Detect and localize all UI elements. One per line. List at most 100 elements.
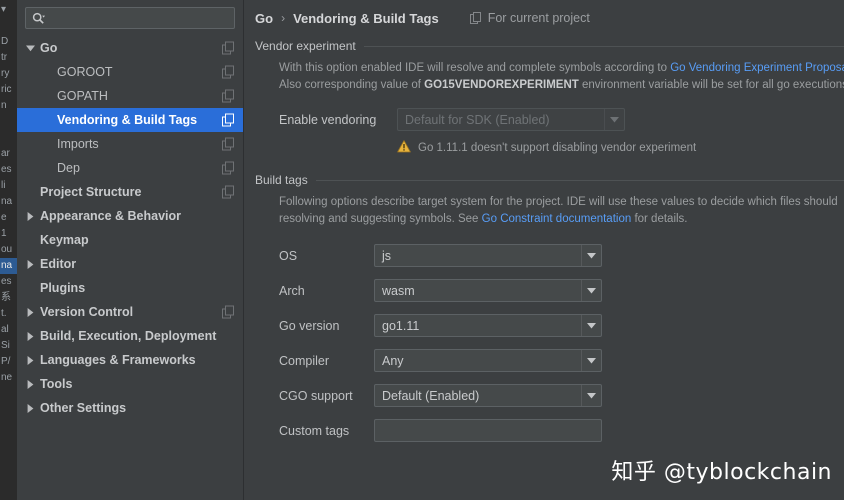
breadcrumb-root[interactable]: Go <box>255 11 273 26</box>
warning-text: Go 1.11.1 doesn't support disabling vend… <box>418 142 697 154</box>
sidebar-item-label: GOPATH <box>57 89 108 103</box>
field-row-os: OS js <box>279 238 844 273</box>
background-text-line: tr <box>1 52 8 63</box>
scope-label: For current project <box>487 11 590 25</box>
sidebar-item-tools[interactable]: Tools <box>17 372 243 396</box>
field-row-arch: Arch wasm <box>279 273 844 308</box>
chevron-right-icon[interactable] <box>23 355 37 365</box>
chevron-right-icon[interactable] <box>23 307 37 317</box>
sidebar-item-label: Other Settings <box>40 401 127 415</box>
sidebar-item-imports[interactable]: Imports <box>17 132 243 156</box>
background-text-line: es <box>1 164 12 175</box>
background-text-line: es <box>1 276 12 287</box>
chevron-down-icon[interactable] <box>581 315 601 336</box>
vendor-section-header: Vendor experiment <box>255 39 844 53</box>
chevron-right-icon[interactable] <box>23 403 37 413</box>
build-tags-section: Build tags Following options describe ta… <box>244 173 844 448</box>
sidebar-item-go[interactable]: Go <box>17 36 243 60</box>
background-text-line: t. <box>1 308 7 319</box>
chevron-right-icon[interactable] <box>23 379 37 389</box>
dropdown-arch[interactable]: wasm <box>374 279 602 302</box>
dropdown-cgo-support[interactable]: Default (Enabled) <box>374 384 602 407</box>
chevron-right-icon[interactable] <box>23 331 37 341</box>
go-constraint-documentation-link[interactable]: Go Constraint documentation <box>482 213 632 225</box>
vendoring-warning: Go 1.11.1 doesn't support disabling vend… <box>255 131 844 156</box>
sidebar-item-editor[interactable]: Editor <box>17 252 243 276</box>
dropdown-compiler[interactable]: Any <box>374 349 602 372</box>
enable-vendoring-value: Default for SDK (Enabled) <box>405 112 550 127</box>
project-scope-icon <box>222 65 235 79</box>
background-text-line: al <box>1 324 9 335</box>
vendor-description-line1: With this option enabled IDE will resolv… <box>279 60 844 77</box>
background-text-line: ar <box>1 148 10 159</box>
vendor-desc-text-2a: Also corresponding value of <box>279 79 425 91</box>
project-scope-icon <box>222 89 235 103</box>
background-text-line: ▾ <box>1 4 7 15</box>
dropdown-os[interactable]: js <box>374 244 602 267</box>
build-tags-form: OS js Arch wasm Go version go1.11 Compiler Any C… <box>255 228 844 448</box>
enable-vendoring-row: Enable vendoring Default for SDK (Enable… <box>255 94 844 131</box>
project-scope-icon <box>222 113 235 127</box>
text-input-custom-tags[interactable] <box>374 419 602 442</box>
enable-vendoring-label: Enable vendoring <box>279 112 377 127</box>
search-icon <box>32 12 45 25</box>
build-tags-desc-text-b: for details. <box>631 213 688 225</box>
settings-tree: Go GOROOT GOPATH Vendoring & Build Tags Impo… <box>17 35 243 420</box>
sidebar-item-label: Appearance & Behavior <box>40 209 182 223</box>
sidebar-item-appearance-behavior[interactable]: Appearance & Behavior <box>17 204 243 228</box>
sidebar-item-label: Dep <box>57 161 80 175</box>
sidebar-item-goroot[interactable]: GOROOT <box>17 60 243 84</box>
search-box[interactable] <box>25 7 235 29</box>
sidebar-item-version-control[interactable]: Version Control <box>17 300 243 324</box>
chevron-down-icon[interactable] <box>581 350 601 371</box>
field-row-cgo-support: CGO support Default (Enabled) <box>279 378 844 413</box>
sidebar-item-keymap[interactable]: Keymap <box>17 228 243 252</box>
chevron-down-icon[interactable] <box>581 245 601 266</box>
sidebar-item-other-settings[interactable]: Other Settings <box>17 396 243 420</box>
project-scope-icon <box>222 41 235 55</box>
search-input[interactable] <box>45 11 228 25</box>
background-text-line: Si <box>1 340 10 351</box>
sidebar-item-dep[interactable]: Dep <box>17 156 243 180</box>
dropdown-value-go-version: go1.11 <box>382 318 420 333</box>
chevron-right-icon[interactable] <box>23 259 37 269</box>
sidebar-item-project-structure[interactable]: Project Structure <box>17 180 243 204</box>
sidebar-item-plugins[interactable]: Plugins <box>17 276 243 300</box>
background-text-line: na <box>1 196 13 207</box>
background-text-line: e <box>1 212 7 223</box>
sidebar-item-gopath[interactable]: GOPATH <box>17 84 243 108</box>
project-scope-icon <box>222 161 235 175</box>
chevron-right-icon[interactable] <box>23 211 37 221</box>
field-row-go-version: Go version go1.11 <box>279 308 844 343</box>
go-vendoring-proposal-link[interactable]: Go Vendoring Experiment Proposa <box>670 62 844 74</box>
sidebar-item-vendoring-build-tags[interactable]: Vendoring & Build Tags <box>17 108 243 132</box>
enable-vendoring-dropdown[interactable]: Default for SDK (Enabled) <box>397 108 625 131</box>
build-tags-desc-text-a: resolving and suggesting symbols. See <box>279 213 482 225</box>
sidebar-item-label: Keymap <box>40 233 89 247</box>
field-row-custom-tags: Custom tags <box>279 413 844 448</box>
sidebar-item-label: Imports <box>57 137 99 151</box>
sidebar-item-languages-frameworks[interactable]: Languages & Frameworks <box>17 348 243 372</box>
sidebar-item-build-execution-deployment[interactable]: Build, Execution, Deployment <box>17 324 243 348</box>
sidebar-search-area <box>17 0 243 35</box>
section-divider <box>363 45 844 47</box>
vendor-desc-text-1: With this option enabled IDE will resolv… <box>279 62 671 74</box>
background-text-line: 1 <box>1 228 7 239</box>
breadcrumb: Go › Vendoring & Build Tags For current … <box>244 0 844 30</box>
chevron-down-icon[interactable] <box>581 385 601 406</box>
project-scope-icon <box>222 305 235 319</box>
chevron-down-icon[interactable] <box>23 45 37 52</box>
field-label-compiler: Compiler <box>279 353 330 368</box>
vendor-desc-text-2b: environment variable will be set for all… <box>578 79 844 91</box>
sidebar-item-label: Vendoring & Build Tags <box>57 113 198 127</box>
sidebar-item-label: GOROOT <box>57 65 113 79</box>
build-tags-section-header: Build tags <box>255 173 844 187</box>
chevron-down-icon[interactable] <box>581 280 601 301</box>
sidebar-item-label: Project Structure <box>40 185 142 199</box>
background-text-line: D <box>1 36 9 47</box>
field-label-os: OS <box>279 248 298 263</box>
sidebar-item-label: Editor <box>40 257 77 271</box>
chevron-down-icon[interactable] <box>604 109 624 130</box>
build-tags-description-line2: resolving and suggesting symbols. See Go… <box>279 211 844 228</box>
dropdown-go-version[interactable]: go1.11 <box>374 314 602 337</box>
